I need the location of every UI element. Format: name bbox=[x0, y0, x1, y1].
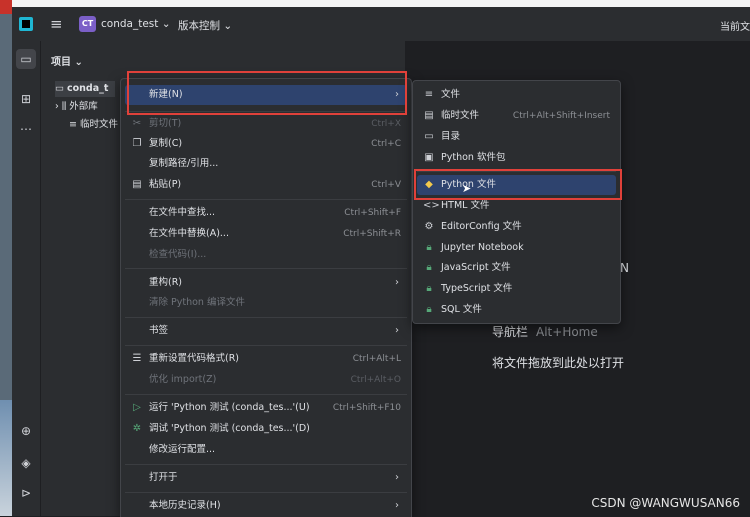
new-scratch-file[interactable]: ▤ 临时文件 Ctrl+Alt+Shift+Insert bbox=[417, 106, 616, 126]
chevron-right-icon: › bbox=[395, 325, 399, 336]
titlebar: ≡ CT conda_test ⌄ 版本控制 ⌄ 当前文 bbox=[12, 7, 750, 42]
menu-item-reformat[interactable]: ☰ 重新设置代码格式(R) Ctrl+Alt+L bbox=[125, 349, 407, 369]
menu-item-find-in-files[interactable]: 在文件中查找... Ctrl+Shift+F bbox=[125, 203, 407, 223]
menu-item-paste[interactable]: ▤ 粘贴(P) Ctrl+V bbox=[125, 175, 407, 195]
scissors-icon: ✂ bbox=[132, 118, 142, 129]
lock-icon: 🔒︎ bbox=[426, 304, 432, 315]
menu-item-refactor[interactable]: 重构(R) › bbox=[125, 273, 407, 293]
chevron-right-icon: › bbox=[395, 472, 399, 483]
menu-item-bookmarks[interactable]: 书签 › bbox=[125, 321, 407, 341]
new-typescript-file[interactable]: 🔒︎ TypeScript 文件 bbox=[417, 279, 616, 299]
vcs-widget[interactable]: 版本控制 ⌄ bbox=[178, 18, 232, 33]
chevron-down-icon: ⌄ bbox=[161, 18, 171, 30]
annotation-box-new bbox=[127, 71, 407, 115]
new-javascript-file[interactable]: 🔒︎ JavaScript 文件 bbox=[417, 258, 616, 278]
chevron-right-icon: › bbox=[55, 101, 59, 112]
lock-icon: 🔒︎ bbox=[426, 242, 432, 253]
chevron-right-icon: › bbox=[395, 500, 399, 511]
new-submenu: ≡ 文件 ▤ 临时文件 Ctrl+Alt+Shift+Insert ▭ 目录 ▣ Pyth… bbox=[412, 80, 621, 324]
new-sql-file[interactable]: 🔒︎ SQL 文件 bbox=[417, 300, 616, 320]
scratch-file-icon: ▤ bbox=[424, 110, 434, 121]
pycharm-logo-icon bbox=[19, 17, 33, 31]
vcs-label: 版本控制 bbox=[178, 20, 220, 32]
paste-icon: ▤ bbox=[132, 179, 142, 190]
desktop-strip bbox=[0, 0, 12, 516]
tree-item-scratches[interactable]: ≡ 临时文件 bbox=[69, 117, 118, 133]
hint-navbar: 导航栏 Alt+Home bbox=[492, 325, 598, 339]
current-file-label[interactable]: 当前文 bbox=[720, 18, 750, 33]
menu-item-run[interactable]: ▷ 运行 'Python 测试 (conda_tes...'(U) Ctrl+Shi… bbox=[125, 398, 407, 418]
folder-icon[interactable]: ▭ bbox=[16, 49, 36, 69]
hint-drop: 将文件拖放到此处以打开 bbox=[492, 356, 625, 370]
chevron-down-icon: ⌄ bbox=[223, 20, 233, 32]
menu-item-copy-path[interactable]: 复制路径/引用... bbox=[125, 154, 407, 174]
lock-icon: 🔒︎ bbox=[426, 262, 432, 273]
menu-item-cut[interactable]: ✂ 剪切(T) Ctrl+X bbox=[125, 114, 407, 134]
project-badge[interactable]: CT bbox=[79, 16, 96, 32]
panel-title[interactable]: 项目 ⌄ bbox=[51, 53, 83, 68]
main-menu-icon[interactable]: ≡ bbox=[50, 17, 63, 32]
new-directory[interactable]: ▭ 目录 bbox=[417, 127, 616, 147]
desktop-wallpaper-patch bbox=[0, 400, 12, 516]
new-jupyter-notebook[interactable]: 🔒︎ Jupyter Notebook bbox=[417, 238, 616, 258]
gear-icon: ⚙ bbox=[424, 221, 434, 232]
new-editorconfig-file[interactable]: ⚙ EditorConfig 文件 bbox=[417, 217, 616, 237]
menu-item-clean-pyc[interactable]: 清除 Python 编译文件 bbox=[125, 293, 407, 313]
menu-item-debug[interactable]: ✲ 调试 'Python 测试 (conda_tes...'(D) bbox=[125, 419, 407, 439]
folder-icon: ▭ bbox=[55, 83, 64, 94]
tree-item-project-root[interactable]: ▭ conda_t bbox=[55, 81, 115, 97]
copy-icon: ❐ bbox=[132, 138, 142, 149]
desktop-red-patch bbox=[0, 0, 12, 14]
run-icon: ▷ bbox=[133, 402, 141, 413]
tree-item-external-libs[interactable]: › ⫼ 外部库 bbox=[55, 99, 98, 115]
file-icon: ≡ bbox=[424, 89, 434, 100]
run-circle-icon[interactable]: ⊳ bbox=[16, 483, 36, 503]
package-icon: ▣ bbox=[424, 152, 434, 163]
menu-item-open-in[interactable]: 打开于 › bbox=[125, 468, 407, 488]
layers-icon[interactable]: ◈ bbox=[16, 453, 36, 473]
structure-icon[interactable]: ⊞ bbox=[16, 89, 36, 109]
menu-item-copy[interactable]: ❐ 复制(C) Ctrl+C bbox=[125, 134, 407, 154]
project-switcher[interactable]: conda_test ⌄ bbox=[101, 18, 171, 30]
watermark: CSDN @WANGWUSAN66 bbox=[591, 496, 740, 510]
menu-item-local-history[interactable]: 本地历史记录(H) › bbox=[125, 496, 407, 516]
more-icon[interactable]: ⋯ bbox=[16, 119, 36, 139]
hint-partial: N bbox=[620, 261, 629, 275]
python-console-icon[interactable]: ⊕ bbox=[16, 421, 36, 441]
library-icon: ⫼ bbox=[61, 101, 67, 112]
chevron-right-icon: › bbox=[395, 277, 399, 288]
window-top-border bbox=[12, 0, 750, 7]
menu-item-modify-run-config[interactable]: 修改运行配置... bbox=[125, 440, 407, 460]
new-python-package[interactable]: ▣ Python 软件包 bbox=[417, 148, 616, 168]
menu-item-inspect-code[interactable]: 检查代码(I)... bbox=[125, 245, 407, 265]
menu-item-optimize-imports[interactable]: 优化 import(Z) Ctrl+Alt+O bbox=[125, 370, 407, 390]
directory-icon: ▭ bbox=[424, 131, 434, 142]
new-file[interactable]: ≡ 文件 bbox=[417, 85, 616, 105]
annotation-box-python-file bbox=[414, 169, 622, 200]
debug-icon: ✲ bbox=[132, 423, 142, 434]
format-icon: ☰ bbox=[132, 353, 142, 364]
lock-icon: 🔒︎ bbox=[426, 283, 432, 294]
context-menu: 新建(N) › ✂ 剪切(T) Ctrl+X ❐ 复制(C) Ctrl+C 复制路径/引用… bbox=[120, 78, 412, 517]
scratch-icon: ≡ bbox=[69, 119, 77, 130]
menu-item-replace-in-files[interactable]: 在文件中替换(A)... Ctrl+Shift+R bbox=[125, 224, 407, 244]
project-name: conda_test bbox=[101, 18, 159, 30]
left-toolbar: ▭ ⊞ ⋯ ⊕ ◈ ⊳ bbox=[12, 41, 41, 516]
